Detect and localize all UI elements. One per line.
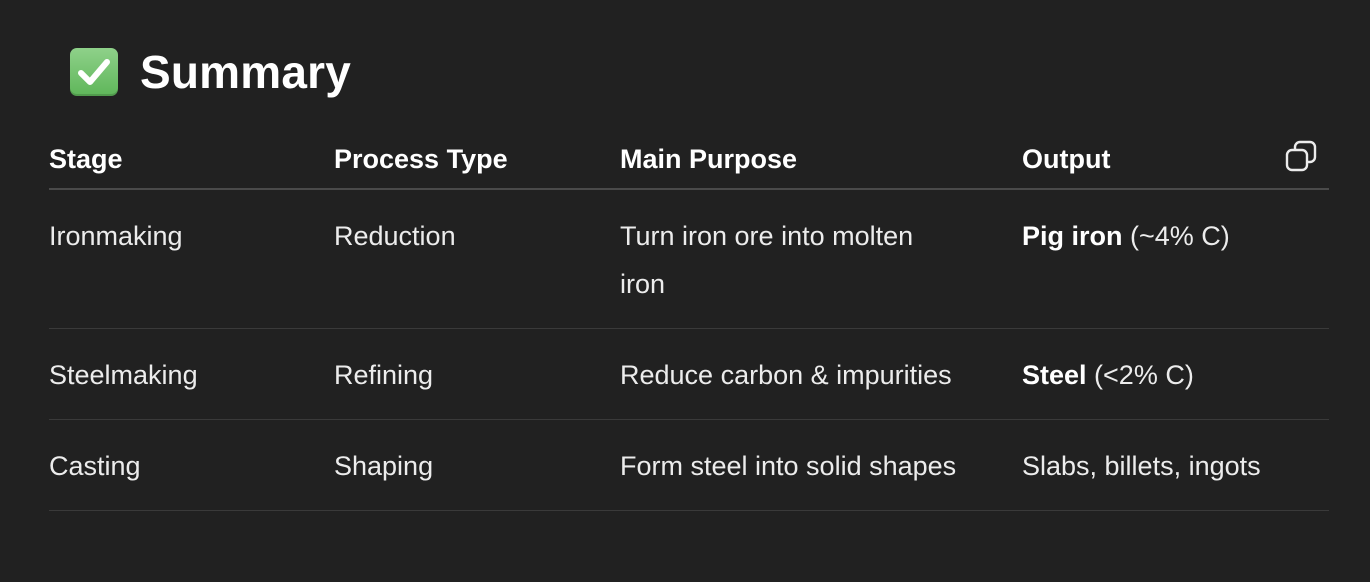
page-title: Summary <box>140 46 352 98</box>
copy-table-button[interactable] <box>1283 138 1319 174</box>
cell-stage: Casting <box>49 419 334 511</box>
cell-stage: Steelmaking <box>49 328 334 420</box>
output-detail-text: Slabs, billets, ingots <box>1022 451 1261 481</box>
output-detail-text: (<2% C) <box>1086 360 1194 390</box>
table-row: Casting Shaping Form steel into solid sh… <box>49 419 1329 511</box>
cell-output: Steel (<2% C) <box>1022 328 1329 420</box>
column-header-stage: Stage <box>49 130 334 190</box>
table-row: Steelmaking Refining Reduce carbon & imp… <box>49 328 1329 420</box>
cell-process-type: Reduction <box>334 189 620 329</box>
summary-table: Stage Process Type Main Purpose Output I… <box>49 130 1329 511</box>
cell-output: Slabs, billets, ingots <box>1022 419 1329 511</box>
cell-process-type: Refining <box>334 328 620 420</box>
section-heading: Summary <box>70 44 351 100</box>
output-bold-text: Steel <box>1022 360 1087 390</box>
table-header-row: Stage Process Type Main Purpose Output <box>49 130 1329 190</box>
output-detail-text: (~4% C) <box>1122 221 1230 251</box>
column-header-main-purpose: Main Purpose <box>620 130 1022 190</box>
check-mark-button-icon <box>70 48 118 96</box>
cell-main-purpose: Reduce carbon & impurities <box>620 328 1022 420</box>
cell-output: Pig iron (~4% C) <box>1022 189 1329 329</box>
cell-main-purpose: Turn iron ore into molten iron <box>620 189 1022 329</box>
cell-process-type: Shaping <box>334 419 620 511</box>
copy-icon <box>1285 140 1317 172</box>
column-header-process-type: Process Type <box>334 130 620 190</box>
cell-main-purpose: Form steel into solid shapes <box>620 419 1022 511</box>
summary-table-container: Stage Process Type Main Purpose Output I… <box>49 130 1329 511</box>
output-bold-text: Pig iron <box>1022 221 1123 251</box>
cell-stage: Ironmaking <box>49 189 334 329</box>
table-row: Ironmaking Reduction Turn iron ore into … <box>49 189 1329 329</box>
